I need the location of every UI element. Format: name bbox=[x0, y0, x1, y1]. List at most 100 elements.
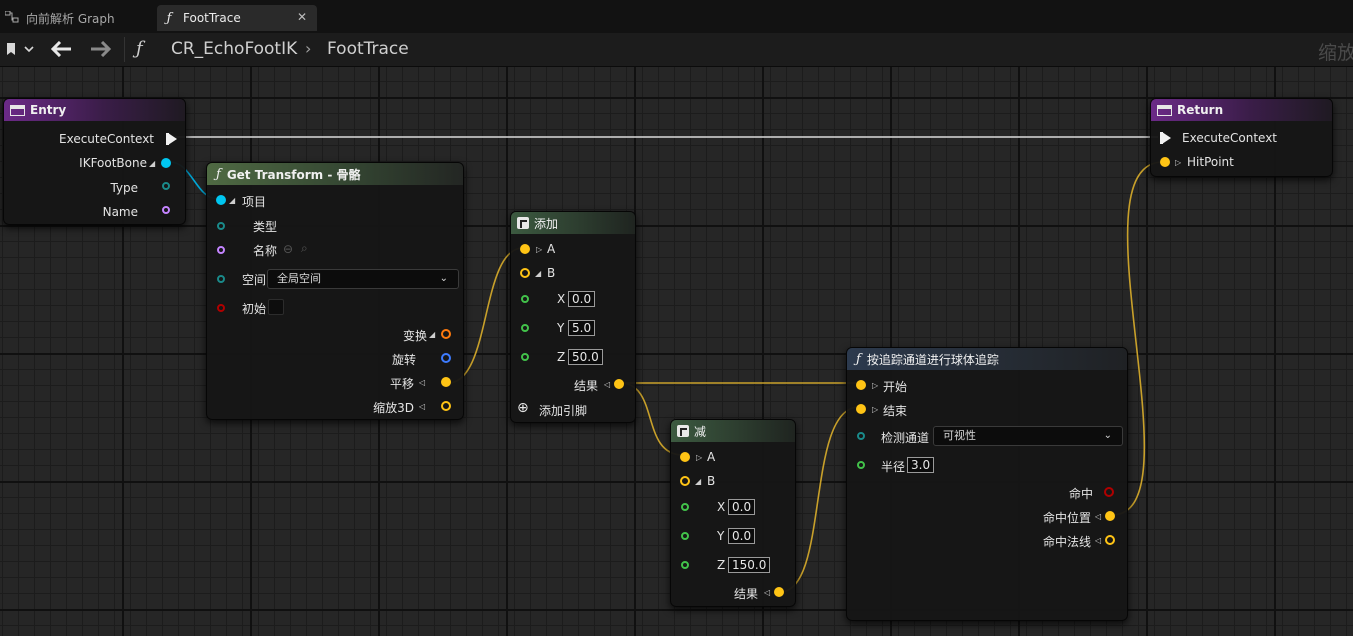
b-label: B bbox=[547, 266, 556, 280]
close-tab-icon[interactable]: ✕ bbox=[297, 10, 307, 24]
return-node[interactable]: Return ExecuteContext ▷ HitPoint bbox=[1150, 98, 1333, 177]
type-pin[interactable] bbox=[217, 222, 225, 230]
x-pin[interactable] bbox=[681, 503, 689, 511]
trace-channel-dropdown[interactable]: 可视性 ⌄ bbox=[933, 426, 1123, 446]
expand-arrow-icon[interactable]: ◁ bbox=[1095, 536, 1101, 545]
radius-input[interactable]: 3.0 bbox=[907, 457, 935, 473]
radius-pin[interactable] bbox=[857, 461, 865, 469]
type-pin[interactable] bbox=[162, 182, 170, 190]
add-pin-icon[interactable]: ⊕ bbox=[517, 400, 529, 416]
x-input[interactable]: 0.0 bbox=[568, 291, 596, 307]
expand-arrow-icon[interactable]: ◁ bbox=[419, 378, 425, 387]
reset-arrow-icon[interactable]: ⊖ bbox=[283, 242, 293, 256]
b-pin[interactable] bbox=[520, 268, 530, 278]
x-input[interactable]: 0.0 bbox=[728, 499, 756, 515]
return-node-header[interactable]: Return bbox=[1151, 99, 1332, 121]
exec-in-pin[interactable] bbox=[1160, 132, 1171, 144]
add-node[interactable]: 添加 ▷ A ◢ B X 0.0 Y 5.0 Z 50.0 结果 ◁ ⊕ 添加引… bbox=[510, 211, 636, 423]
sphere-trace-node[interactable]: ƒ 按追踪通道进行球体追踪 ▷ 开始 ▷ 结束 检测通道 可视性 ⌄ 半径 3.… bbox=[846, 347, 1128, 621]
transform-pin[interactable] bbox=[441, 329, 451, 339]
add-header[interactable]: 添加 bbox=[511, 212, 635, 234]
space-label: 空间 bbox=[242, 273, 267, 287]
entry-node-header[interactable]: Entry bbox=[4, 99, 185, 121]
item-pin[interactable] bbox=[216, 195, 226, 205]
a-pin[interactable] bbox=[520, 244, 530, 254]
item-label: 项目 bbox=[242, 195, 267, 209]
expand-arrow-icon[interactable]: ▷ bbox=[1175, 158, 1181, 167]
transform-label: 变换 bbox=[402, 329, 427, 343]
forward-button[interactable] bbox=[86, 37, 114, 61]
hitpoint-pin[interactable] bbox=[1160, 157, 1170, 167]
b-pin[interactable] bbox=[680, 476, 690, 486]
hit-label: 命中 bbox=[1068, 487, 1093, 501]
z-input[interactable]: 150.0 bbox=[728, 557, 771, 573]
subtract-node[interactable]: 减 ▷ A ◢ B X 0.0 Y 0.0 Z 150.0 结果 ◁ bbox=[670, 419, 796, 607]
rotation-pin[interactable] bbox=[441, 353, 451, 363]
result-pin[interactable] bbox=[774, 587, 784, 597]
y-pin[interactable] bbox=[681, 532, 689, 540]
get-transform-node[interactable]: ƒ Get Transform - 骨骼 ◢ 项目 类型 名称 ⊖ ⌕ 空间 全… bbox=[206, 162, 464, 420]
space-dropdown[interactable]: 全局空间 ⌄ bbox=[267, 269, 459, 289]
y-input[interactable]: 0.0 bbox=[728, 528, 756, 544]
a-pin[interactable] bbox=[680, 452, 690, 462]
bookmark-dropdown-button[interactable] bbox=[2, 37, 38, 61]
expand-arrow-icon[interactable]: ◢ bbox=[229, 196, 235, 205]
back-button[interactable] bbox=[48, 37, 76, 61]
expand-arrow-icon[interactable]: ◢ bbox=[429, 330, 435, 339]
expand-arrow-icon[interactable]: ▷ bbox=[536, 245, 542, 254]
z-input[interactable]: 50.0 bbox=[568, 349, 603, 365]
get-transform-title: Get Transform - 骨骼 bbox=[226, 167, 361, 182]
search-icon[interactable]: ⌕ bbox=[301, 241, 308, 256]
z-pin[interactable] bbox=[521, 353, 529, 361]
expand-arrow-icon[interactable]: ◢ bbox=[149, 159, 155, 168]
expand-arrow-icon[interactable]: ▷ bbox=[872, 405, 878, 414]
y-input[interactable]: 5.0 bbox=[568, 320, 596, 336]
collapse-arrow-icon[interactable]: ◢ bbox=[695, 477, 701, 486]
breadcrumb-function[interactable]: FootTrace bbox=[327, 39, 409, 59]
end-pin[interactable] bbox=[856, 404, 866, 414]
name-pin[interactable] bbox=[217, 246, 225, 254]
space-pin[interactable] bbox=[217, 275, 225, 283]
hit-pin[interactable] bbox=[1104, 487, 1114, 497]
entry-node[interactable]: Entry ExecuteContext IKFootBone ◢ Type N… bbox=[3, 98, 186, 225]
add-title: 添加 bbox=[534, 216, 559, 231]
graph-canvas[interactable]: Entry ExecuteContext IKFootBone ◢ Type N… bbox=[0, 67, 1353, 636]
add-pin-button[interactable]: 添加引脚 bbox=[539, 402, 587, 419]
get-transform-header[interactable]: ƒ Get Transform - 骨骼 bbox=[207, 163, 463, 185]
translation-pin[interactable] bbox=[441, 377, 451, 387]
trace-channel-label: 检测通道 bbox=[881, 431, 930, 445]
y-pin[interactable] bbox=[521, 324, 529, 332]
return-title: Return bbox=[1177, 103, 1224, 117]
sphere-trace-header[interactable]: ƒ 按追踪通道进行球体追踪 bbox=[847, 348, 1127, 370]
collapse-arrow-icon[interactable]: ◢ bbox=[535, 269, 541, 278]
subtract-header[interactable]: 减 bbox=[671, 420, 795, 442]
scale-pin[interactable] bbox=[441, 401, 451, 411]
expand-arrow-icon[interactable]: ▷ bbox=[696, 453, 702, 462]
initial-checkbox[interactable] bbox=[268, 299, 284, 315]
name-pin[interactable] bbox=[162, 206, 170, 214]
trace-channel-pin[interactable] bbox=[857, 432, 865, 440]
expand-arrow-icon[interactable]: ◁ bbox=[604, 380, 610, 389]
return-execute-label: ExecuteContext bbox=[1182, 131, 1277, 145]
tab-graph[interactable]: 向前解析 Graph bbox=[0, 5, 150, 31]
expand-arrow-icon[interactable]: ◁ bbox=[419, 402, 425, 411]
exec-out-pin[interactable] bbox=[166, 133, 177, 145]
y-label: Y bbox=[717, 529, 725, 543]
result-pin[interactable] bbox=[614, 379, 624, 389]
initial-pin[interactable] bbox=[217, 304, 225, 312]
scale-label: 缩放3D bbox=[373, 401, 414, 415]
y-label: Y bbox=[557, 321, 565, 335]
ikfootbone-pin[interactable] bbox=[161, 158, 171, 168]
expand-arrow-icon[interactable]: ▷ bbox=[872, 381, 878, 390]
chevron-down-icon: ⌄ bbox=[1103, 430, 1112, 441]
expand-arrow-icon[interactable]: ◁ bbox=[764, 588, 770, 597]
x-pin[interactable] bbox=[521, 295, 529, 303]
start-pin[interactable] bbox=[856, 380, 866, 390]
translation-label: 平移 bbox=[389, 377, 414, 391]
z-pin[interactable] bbox=[681, 561, 689, 569]
expand-arrow-icon[interactable]: ◁ bbox=[1095, 512, 1101, 521]
tab-foottrace[interactable]: ƒ FootTrace ✕ bbox=[157, 5, 317, 31]
hit-normal-pin[interactable] bbox=[1105, 535, 1115, 545]
breadcrumb-blueprint[interactable]: CR_EchoFootIK bbox=[171, 39, 297, 59]
hit-location-pin[interactable] bbox=[1105, 511, 1115, 521]
